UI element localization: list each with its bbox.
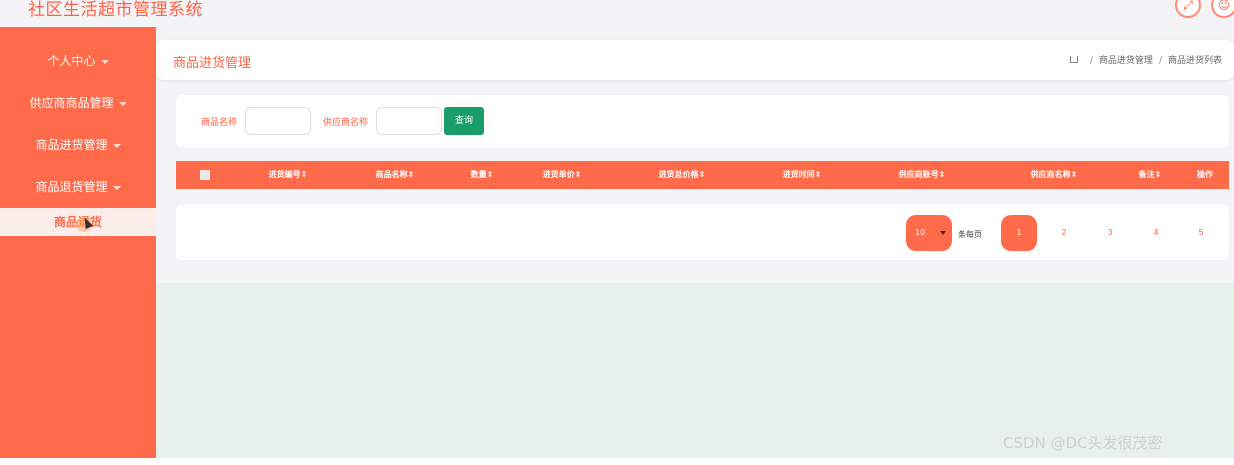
column-header[interactable]: 进货编号⇕ bbox=[269, 161, 308, 189]
caret-down-icon bbox=[112, 185, 121, 190]
top-bar: 社区生活超市管理系统 ⤢ ☺ bbox=[0, 0, 1234, 27]
main-area: 商品进货管理 / 商品进货管理 / 商品进货列表 商品名称 供应商名称 查询 进货编号… bbox=[156, 27, 1234, 458]
watermark: CSDN @DC头发很茂密 bbox=[1003, 434, 1163, 452]
sidebar-item-returns[interactable]: 商品退货管理 bbox=[0, 172, 156, 202]
pagination: 10 条每页 1 2 3 4 5 bbox=[176, 205, 1229, 260]
column-header[interactable]: 供应商账号⇕ bbox=[899, 161, 946, 189]
page-size-select[interactable]: 10 bbox=[906, 215, 952, 251]
page-size-value: 10 bbox=[915, 228, 926, 237]
sidebar-item-purchase[interactable]: 商品进货管理 bbox=[0, 130, 156, 160]
sidebar-item-supplier-goods[interactable]: 供应商商品管理 bbox=[0, 88, 156, 118]
column-header[interactable]: 进货总价格⇕ bbox=[659, 161, 706, 189]
sidebar: 个人中心 供应商商品管理 商品进货管理 商品退货管理 商品退货 bbox=[0, 27, 156, 458]
sidebar-item-label: 个人中心 bbox=[47, 54, 96, 68]
supplier-name-label: 供应商名称 bbox=[323, 118, 369, 128]
sidebar-item-label: 商品进货管理 bbox=[35, 138, 108, 152]
select-all-checkbox[interactable] bbox=[200, 170, 210, 180]
submenu-item-returns[interactable]: 商品退货 bbox=[0, 208, 156, 236]
breadcrumb-separator: / bbox=[1089, 56, 1093, 66]
column-header[interactable]: 进货单价⇕ bbox=[543, 161, 582, 189]
supplier-name-input[interactable] bbox=[376, 107, 442, 135]
page-button-1[interactable]: 1 bbox=[1001, 215, 1037, 251]
user-icon[interactable]: ☺ bbox=[1211, 0, 1234, 18]
column-header[interactable]: 供应商名称⇕ bbox=[1031, 161, 1078, 189]
page-button-4[interactable]: 4 bbox=[1138, 215, 1174, 251]
column-header[interactable]: 商品名称⇕ bbox=[376, 161, 415, 189]
page-button-3[interactable]: 3 bbox=[1092, 215, 1128, 251]
column-header[interactable]: 进货时间⇕ bbox=[783, 161, 822, 189]
caret-down-icon bbox=[118, 101, 127, 106]
goods-name-label: 商品名称 bbox=[201, 118, 238, 128]
sidebar-item-label: 商品退货管理 bbox=[35, 180, 108, 194]
home-icon[interactable] bbox=[1069, 56, 1078, 63]
column-header[interactable]: 数量⇕ bbox=[471, 161, 494, 189]
table-header: 进货编号⇕ 商品名称⇕ 数量⇕ 进货单价⇕ 进货总价格⇕ 进货时间⇕ 供应商账号… bbox=[176, 161, 1229, 189]
caret-down-icon bbox=[100, 59, 109, 64]
per-page-label: 条每页 bbox=[958, 230, 982, 239]
breadcrumb-item[interactable]: 商品进货管理 bbox=[1099, 56, 1153, 66]
app-title: 社区生活超市管理系统 bbox=[28, 0, 203, 20]
chevron-down-icon bbox=[940, 231, 946, 235]
column-header-actions: 操作 bbox=[1197, 170, 1213, 179]
content-panel: 商品进货管理 / 商品进货管理 / 商品进货列表 商品名称 供应商名称 查询 进货编号… bbox=[156, 27, 1234, 283]
column-header[interactable]: 备注⇕ bbox=[1139, 161, 1162, 189]
page-title: 商品进货管理 bbox=[173, 56, 252, 71]
sidebar-item-label: 供应商商品管理 bbox=[29, 96, 114, 110]
breadcrumb: / 商品进货管理 / 商品进货列表 bbox=[1069, 53, 1222, 66]
sidebar-item-personal-center[interactable]: 个人中心 bbox=[0, 46, 156, 76]
page-button-2[interactable]: 2 bbox=[1046, 215, 1082, 251]
goods-name-input[interactable] bbox=[245, 107, 311, 135]
breadcrumb-separator: / bbox=[1158, 56, 1162, 66]
page-header: 商品进货管理 / 商品进货管理 / 商品进货列表 bbox=[156, 40, 1234, 80]
search-form: 商品名称 供应商名称 查询 bbox=[176, 95, 1229, 147]
page-button-5[interactable]: 5 bbox=[1183, 215, 1219, 251]
fullscreen-icon[interactable]: ⤢ bbox=[1175, 0, 1201, 18]
caret-down-icon bbox=[112, 143, 121, 148]
query-button[interactable]: 查询 bbox=[444, 107, 484, 135]
breadcrumb-item: 商品进货列表 bbox=[1167, 56, 1222, 66]
